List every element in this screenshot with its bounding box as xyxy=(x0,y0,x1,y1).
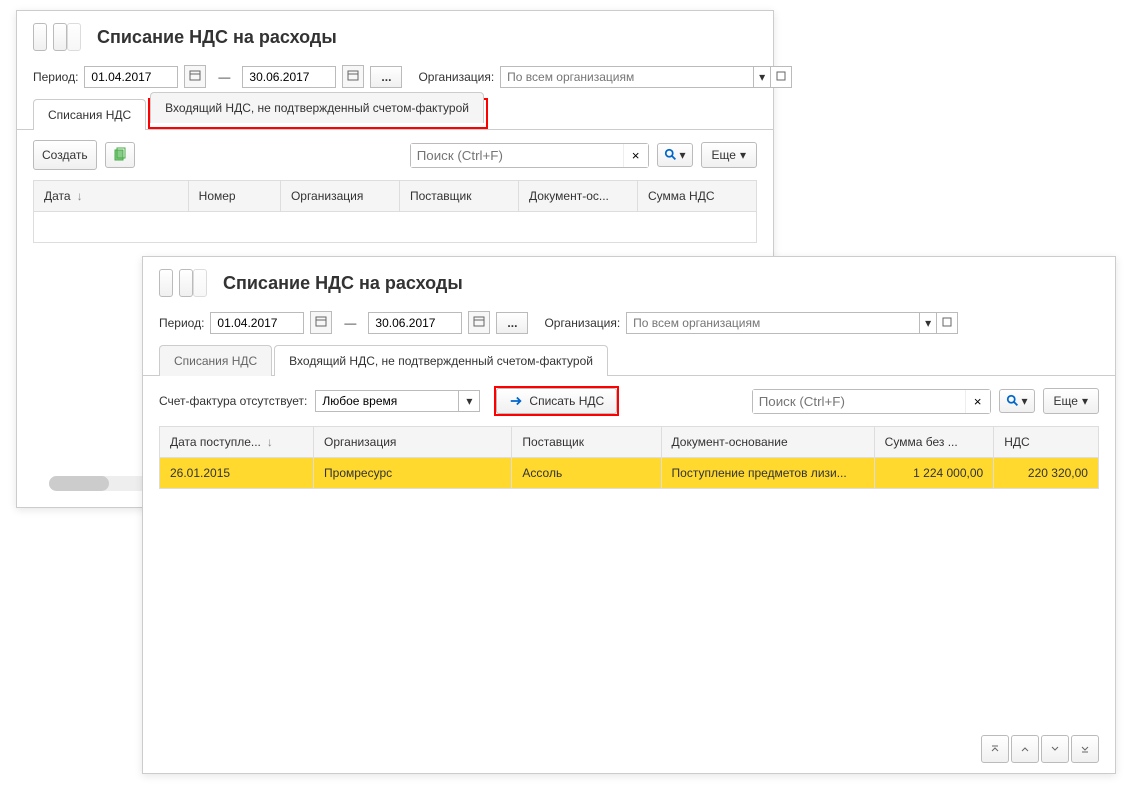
sf-missing-input[interactable] xyxy=(315,390,459,412)
back-button[interactable] xyxy=(179,269,193,297)
calendar-from-button[interactable] xyxy=(310,311,332,334)
period-to-input[interactable] xyxy=(242,66,336,88)
data-table-1: Дата↓ Номер Организация Поставщик Докуме… xyxy=(33,180,757,243)
calendar-from-button[interactable] xyxy=(184,65,206,88)
tab-writeoffs[interactable]: Списания НДС xyxy=(33,99,146,130)
scroll-top-button[interactable] xyxy=(981,735,1009,763)
col-doc[interactable]: Документ-ос... xyxy=(519,181,638,211)
org-label: Организация: xyxy=(544,316,620,330)
col-org[interactable]: Организация xyxy=(281,181,400,211)
col-number[interactable]: Номер xyxy=(189,181,281,211)
org-input[interactable] xyxy=(500,66,754,88)
window-2: Списание НДС на расходы Период: — ... Ор… xyxy=(142,256,1116,774)
search-clear-button[interactable]: × xyxy=(965,390,990,413)
col-vat[interactable]: НДС xyxy=(994,427,1098,457)
calendar-to-button[interactable] xyxy=(342,65,364,88)
forward-button xyxy=(193,269,207,297)
org-open-button[interactable] xyxy=(771,66,792,88)
search-input[interactable] xyxy=(753,390,965,413)
home-button[interactable] xyxy=(159,269,173,297)
period-from-input[interactable] xyxy=(84,66,178,88)
period-to-input[interactable] xyxy=(368,312,462,334)
org-open-button[interactable] xyxy=(937,312,958,334)
scroll-down-button[interactable] xyxy=(1041,735,1069,763)
period-label: Период: xyxy=(159,316,204,330)
calendar-to-button[interactable] xyxy=(468,311,490,334)
search-input[interactable] xyxy=(411,144,623,167)
col-vat[interactable]: Сумма НДС xyxy=(638,181,756,211)
period-label: Период: xyxy=(33,70,78,84)
col-supplier[interactable]: Поставщик xyxy=(400,181,519,211)
sf-missing-dropdown[interactable]: ▾ xyxy=(459,390,480,412)
page-title: Списание НДС на расходы xyxy=(97,27,337,48)
scrollbar[interactable] xyxy=(49,476,149,491)
org-dropdown-button[interactable]: ▾ xyxy=(754,66,771,88)
tab-incoming-vat[interactable]: Входящий НДС, не подтвержденный счетом-ф… xyxy=(274,345,608,376)
col-doc[interactable]: Документ-основание xyxy=(662,427,875,457)
back-button[interactable] xyxy=(53,23,67,51)
create-button[interactable]: Создать xyxy=(33,140,97,170)
col-supplier[interactable]: Поставщик xyxy=(512,427,661,457)
col-date[interactable]: Дата↓ xyxy=(34,181,189,211)
tab-writeoffs[interactable]: Списания НДС xyxy=(159,345,272,376)
org-dropdown-button[interactable]: ▾ xyxy=(920,312,937,334)
org-label: Организация: xyxy=(418,70,494,84)
more-button[interactable]: Еще▾ xyxy=(1043,388,1099,414)
writeoff-vat-button[interactable]: Списать НДС xyxy=(496,388,617,414)
more-button[interactable]: Еще▾ xyxy=(701,142,757,168)
copy-button[interactable] xyxy=(105,142,135,168)
home-button[interactable] xyxy=(33,23,47,51)
col-sum[interactable]: Сумма без ... xyxy=(875,427,995,457)
period-from-input[interactable] xyxy=(210,312,304,334)
forward-button xyxy=(67,23,81,51)
search-options-button[interactable]: ▾ xyxy=(999,389,1035,413)
org-input[interactable] xyxy=(626,312,920,334)
data-table-2: Дата поступле...↓ Организация Поставщик … xyxy=(159,426,1099,489)
scroll-up-button[interactable] xyxy=(1011,735,1039,763)
search-options-button[interactable]: ▾ xyxy=(657,143,693,167)
sf-missing-label: Счет-фактура отсутствует: xyxy=(159,394,307,408)
tab-incoming-vat[interactable]: Входящий НДС, не подтвержденный счетом-ф… xyxy=(150,92,484,123)
search-clear-button[interactable]: × xyxy=(623,144,648,167)
scroll-bottom-button[interactable] xyxy=(1071,735,1099,763)
page-title: Списание НДС на расходы xyxy=(223,273,463,294)
period-dialog-button[interactable]: ... xyxy=(496,312,528,334)
period-dialog-button[interactable]: ... xyxy=(370,66,402,88)
col-date[interactable]: Дата поступле...↓ xyxy=(160,427,314,457)
table-row[interactable]: 26.01.2015 Промресурс Ассоль Поступление… xyxy=(160,458,1098,488)
col-org[interactable]: Организация xyxy=(314,427,512,457)
